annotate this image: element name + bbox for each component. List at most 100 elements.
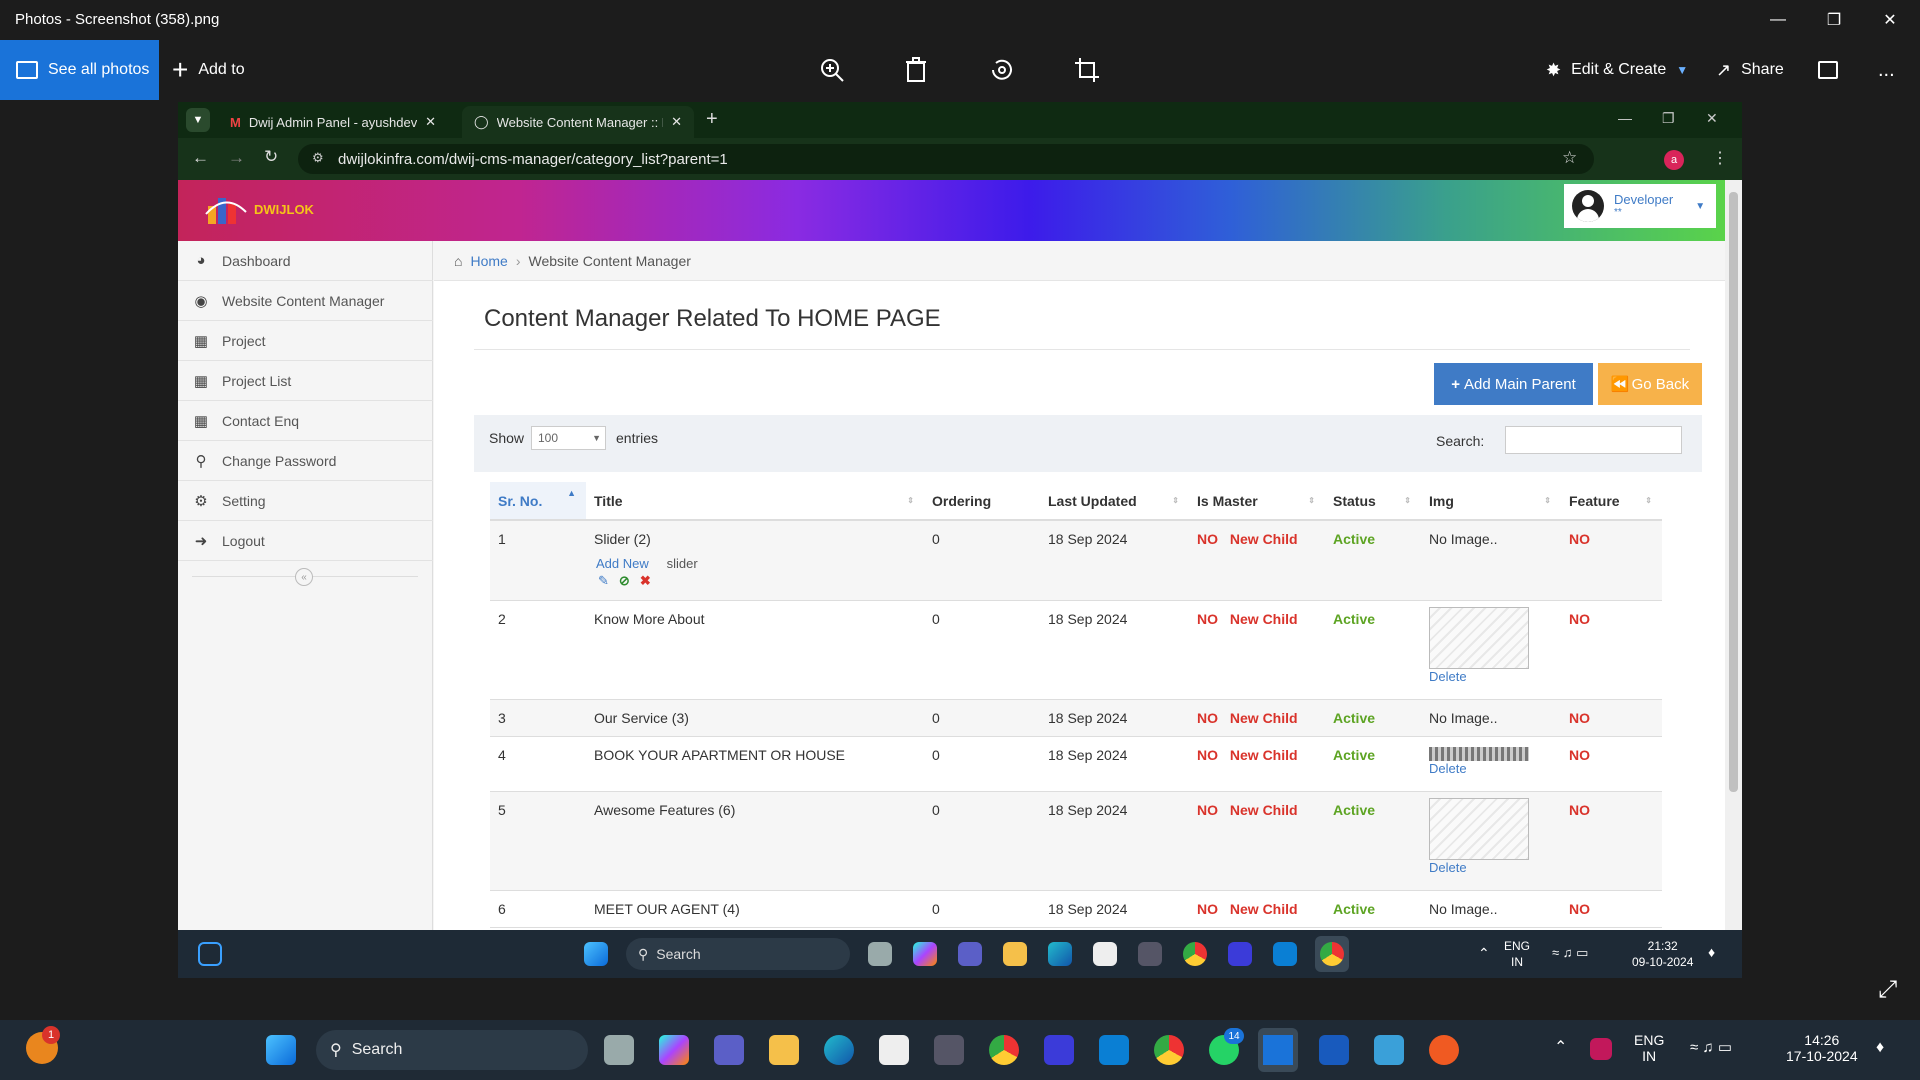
reload-icon[interactable]: ↻ (264, 147, 278, 167)
tab-website-content-manager[interactable]: ◯ Website Content Manager :: Dv ✕ (462, 106, 694, 138)
sidebar-item-project-list[interactable]: ▦ Project List (178, 361, 433, 401)
chrome-profile-icon[interactable] (1154, 1035, 1184, 1065)
see-all-photos-button[interactable]: See all photos (0, 40, 159, 100)
tab-dwij-admin-panel[interactable]: M Dwij Admin Panel - ayushdevin ✕ (218, 106, 448, 138)
add-to-button[interactable]: + Add to (172, 40, 245, 100)
column-header-img[interactable]: Img ⇕ (1421, 482, 1561, 520)
file-explorer-icon[interactable] (769, 1035, 799, 1065)
network-volume-battery-icons[interactable]: ≈ ♫ ▭ (1690, 1040, 1732, 1056)
page-scrollbar[interactable] (1725, 180, 1742, 930)
notepad-icon[interactable] (1374, 1035, 1404, 1065)
clock[interactable]: 14:26 17-10-2024 (1786, 1032, 1858, 1064)
bookmark-star-icon[interactable]: ☆ (1562, 148, 1577, 168)
cell-img: No Image.. (1429, 900, 1498, 917)
column-header-feature[interactable]: Feature ⇕ (1561, 482, 1662, 520)
sidebar-item-setting[interactable]: ⚙ Setting (178, 481, 433, 521)
go-back-button[interactable]: ⏪ Go Back (1598, 363, 1702, 405)
zoom-in-icon[interactable] (814, 52, 850, 88)
new-child-link[interactable]: New Child (1230, 901, 1298, 917)
browser-menu-icon[interactable]: ⋮ (1712, 148, 1728, 168)
sidebar-item-change-password[interactable]: ⚲ Change Password (178, 441, 433, 481)
back-icon[interactable]: ← (192, 148, 209, 168)
delete-image-link[interactable]: Delete (1429, 669, 1553, 684)
share-button[interactable]: ↗ Share (1716, 40, 1784, 100)
column-header-last-updated[interactable]: Last Updated ⇕ (1040, 482, 1189, 520)
column-header-is-master[interactable]: Is Master ⇕ (1189, 482, 1325, 520)
restore-button[interactable]: ❐ (1806, 6, 1862, 34)
new-child-link[interactable]: New Child (1230, 531, 1298, 547)
delete-icon[interactable] (898, 52, 934, 88)
column-header-sr-no[interactable]: Sr. No. ▲ (490, 482, 586, 520)
tray-app-icon[interactable] (1590, 1038, 1612, 1060)
word-icon[interactable] (1319, 1035, 1349, 1065)
taskbar-search-box[interactable]: ⚲ Search (316, 1030, 588, 1070)
new-tab-button[interactable]: + (706, 108, 718, 131)
add-new-link[interactable]: Add New (596, 556, 649, 571)
photos-app-icon[interactable] (1258, 1028, 1298, 1072)
delete-image-link[interactable]: Delete (1429, 860, 1553, 875)
browser-restore-button[interactable]: ❐ (1662, 110, 1675, 127)
edit-pencil-icon[interactable]: ✎ (598, 573, 609, 589)
url-input[interactable]: ⚙ dwijlokinfra.com/dwij-cms-manager/cate… (298, 144, 1594, 174)
delete-cross-icon[interactable]: ✖ (640, 573, 651, 589)
sidebar-collapse-icon[interactable]: « (295, 568, 313, 586)
column-header-ordering: Ordering (932, 492, 992, 509)
fullscreen-icon[interactable]: ⤢ (1878, 976, 1897, 1004)
edge-icon[interactable] (824, 1035, 854, 1065)
breadcrumb-home-link[interactable]: Home (470, 253, 507, 269)
copilot-icon[interactable] (659, 1035, 689, 1065)
teams-icon[interactable] (714, 1035, 744, 1065)
cell-feature: NO (1569, 746, 1590, 763)
language-indicator: ENG IN (1504, 939, 1531, 969)
notification-bell-icon[interactable]: ♦ (1876, 1040, 1884, 1056)
column-header-title[interactable]: Title ⇕ (586, 482, 924, 520)
app-icon[interactable] (1429, 1035, 1459, 1065)
edit-create-button[interactable]: ✸ Edit & Create ▼ (1546, 40, 1688, 100)
tab-search-button[interactable]: ▼ (186, 108, 210, 132)
entries-select[interactable]: 100 ▼ (531, 426, 606, 450)
close-tab-icon[interactable]: ✕ (425, 114, 436, 130)
breadcrumb-current: Website Content Manager (528, 252, 691, 269)
browser-minimize-button[interactable]: — (1618, 110, 1632, 126)
forward-icon[interactable]: → (228, 148, 245, 168)
language-indicator[interactable]: ENG IN (1634, 1032, 1664, 1064)
table-row: 6 MEET OUR AGENT (4) 0 18 Sep 2024 NO Ne… (490, 890, 1662, 927)
scrollbar-thumb[interactable] (1729, 192, 1738, 792)
tray-chevron-icon[interactable]: ⌃ (1554, 1040, 1567, 1056)
start-button[interactable] (266, 1035, 296, 1065)
delete-image-link[interactable]: Delete (1429, 761, 1553, 776)
new-child-link[interactable]: New Child (1230, 710, 1298, 726)
app-icon[interactable] (934, 1035, 964, 1065)
browser-close-button[interactable]: ✕ (1706, 110, 1718, 127)
table-search-input[interactable] (1505, 426, 1682, 454)
user-menu[interactable]: Developer ** ▼ (1564, 184, 1716, 228)
column-header-status[interactable]: Status ⇕ (1325, 482, 1421, 520)
sidebar-item-project[interactable]: ▦ Project (178, 321, 433, 361)
crop-icon[interactable] (1069, 52, 1105, 88)
avatar (1572, 190, 1604, 222)
new-child-link[interactable]: New Child (1230, 747, 1298, 763)
active-toggle-icon[interactable]: ⊘ (619, 573, 630, 589)
sidebar-item-logout[interactable]: ➜ Logout (178, 521, 433, 561)
sidebar-item-contact-enq[interactable]: ▦ Contact Enq (178, 401, 433, 441)
app-icon[interactable] (1044, 1035, 1074, 1065)
store-icon[interactable] (879, 1035, 909, 1065)
dashboard-icon: ◕ (196, 252, 206, 269)
minimize-button[interactable]: — (1750, 6, 1806, 34)
sidebar-item-website-content-manager[interactable]: ◉ Website Content Manager (178, 281, 433, 321)
rotate-icon[interactable] (984, 52, 1020, 88)
vscode-icon[interactable] (1099, 1035, 1129, 1065)
sidebar-item-dashboard[interactable]: ◕ Dashboard (178, 241, 433, 281)
chrome-icon[interactable] (989, 1035, 1019, 1065)
more-options-button[interactable]: ... (1878, 40, 1895, 100)
print-button[interactable] (1818, 40, 1838, 100)
new-child-link[interactable]: New Child (1230, 802, 1298, 818)
close-button[interactable]: ✕ (1862, 6, 1918, 34)
site-logo[interactable]: DWIJLOK (204, 192, 314, 226)
new-child-link[interactable]: New Child (1230, 611, 1298, 627)
site-info-icon[interactable]: ⚙ (312, 150, 324, 166)
add-main-parent-button[interactable]: + Add Main Parent (1434, 363, 1593, 405)
task-view-icon[interactable] (604, 1035, 634, 1065)
close-tab-icon[interactable]: ✕ (671, 114, 682, 130)
profile-avatar[interactable]: a (1664, 150, 1684, 170)
